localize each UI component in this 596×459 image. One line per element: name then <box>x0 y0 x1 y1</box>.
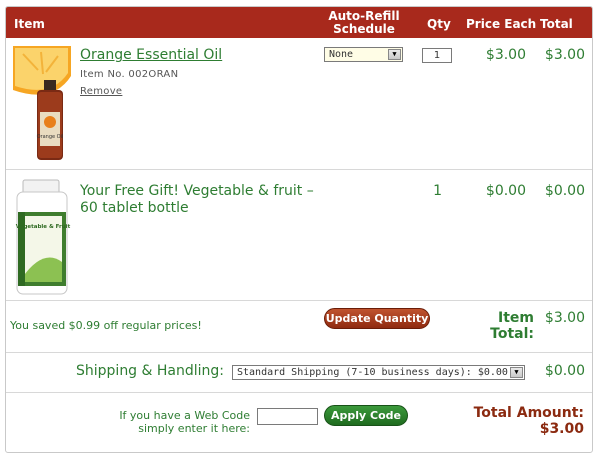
web-code-label: If you have a Web Code simply enter it h… <box>66 409 250 435</box>
shipping-amount: $0.00 <box>544 363 585 379</box>
apply-code-button[interactable]: Apply Code <box>324 405 408 426</box>
bottle-label-text: Orange Oil <box>37 134 64 140</box>
shopping-cart: Item Auto-Refill Schedule Qty Price Each… <box>5 6 593 453</box>
header-price-each: Price Each <box>466 17 537 31</box>
vegetable-fruit-product-image: Vegetable & Fruit <box>16 179 71 295</box>
line-total: $3.00 <box>544 47 585 63</box>
item-total-amount: $3.00 <box>544 310 585 326</box>
auto-refill-value: None <box>329 49 354 60</box>
item-total-label: Item Total: <box>490 310 534 342</box>
cart-row-orange-oil: Orange Oil Orange Essential Oil Item No.… <box>6 38 592 170</box>
header-total: Total <box>540 17 573 31</box>
price-each: $0.00 <box>485 183 526 199</box>
product-name: Your Free Gift! Vegetable & fruit – 60 t… <box>80 183 314 216</box>
bottle-label-text: Vegetable & Fruit <box>16 224 71 230</box>
shipping-select[interactable]: Standard Shipping (7-10 business days): … <box>232 365 525 380</box>
quantity-input[interactable]: 1 <box>422 48 452 63</box>
web-code-label-line1: If you have a Web Code <box>119 409 250 422</box>
total-amount-label: Total Amount: $3.00 <box>446 405 584 437</box>
cart-header: Item Auto-Refill Schedule Qty Price Each… <box>6 7 592 38</box>
header-auto-refill: Auto-Refill Schedule <box>328 9 400 36</box>
shipping-label: Shipping & Handling: <box>76 363 225 379</box>
web-code-row: If you have a Web Code simply enter it h… <box>6 393 592 452</box>
dropdown-arrow-icon: ▼ <box>510 367 523 378</box>
line-total: $0.00 <box>544 183 585 199</box>
total-amount-value: $3.00 <box>539 421 584 437</box>
auto-refill-select[interactable]: None ▼ <box>324 47 403 62</box>
product-name-link[interactable]: Orange Essential Oil <box>80 47 222 63</box>
item-total-row: You saved $0.99 off regular prices! Upda… <box>6 301 592 353</box>
web-code-input[interactable] <box>257 408 318 425</box>
header-item: Item <box>14 17 45 31</box>
cart-row-free-gift: Vegetable & Fruit Your Free Gift! Vegeta… <box>6 170 592 301</box>
shipping-row: Shipping & Handling: Standard Shipping (… <box>6 353 592 393</box>
total-amount-label-text: Total Amount: <box>473 405 584 421</box>
update-quantity-button[interactable]: Update Quantity <box>324 308 430 329</box>
web-code-label-line2: simply enter it here: <box>138 422 250 435</box>
remove-link[interactable]: Remove <box>80 86 122 97</box>
shipping-option-value: Standard Shipping (7-10 business days): … <box>237 367 508 378</box>
quantity-value: 1 <box>433 183 442 199</box>
orange-oil-product-image: Orange Oil <box>13 46 71 160</box>
item-number: Item No. 002ORAN <box>80 69 179 80</box>
header-qty: Qty <box>427 17 451 31</box>
savings-text: You saved $0.99 off regular prices! <box>10 319 202 332</box>
dropdown-arrow-icon: ▼ <box>388 49 401 60</box>
price-each: $3.00 <box>485 47 526 63</box>
